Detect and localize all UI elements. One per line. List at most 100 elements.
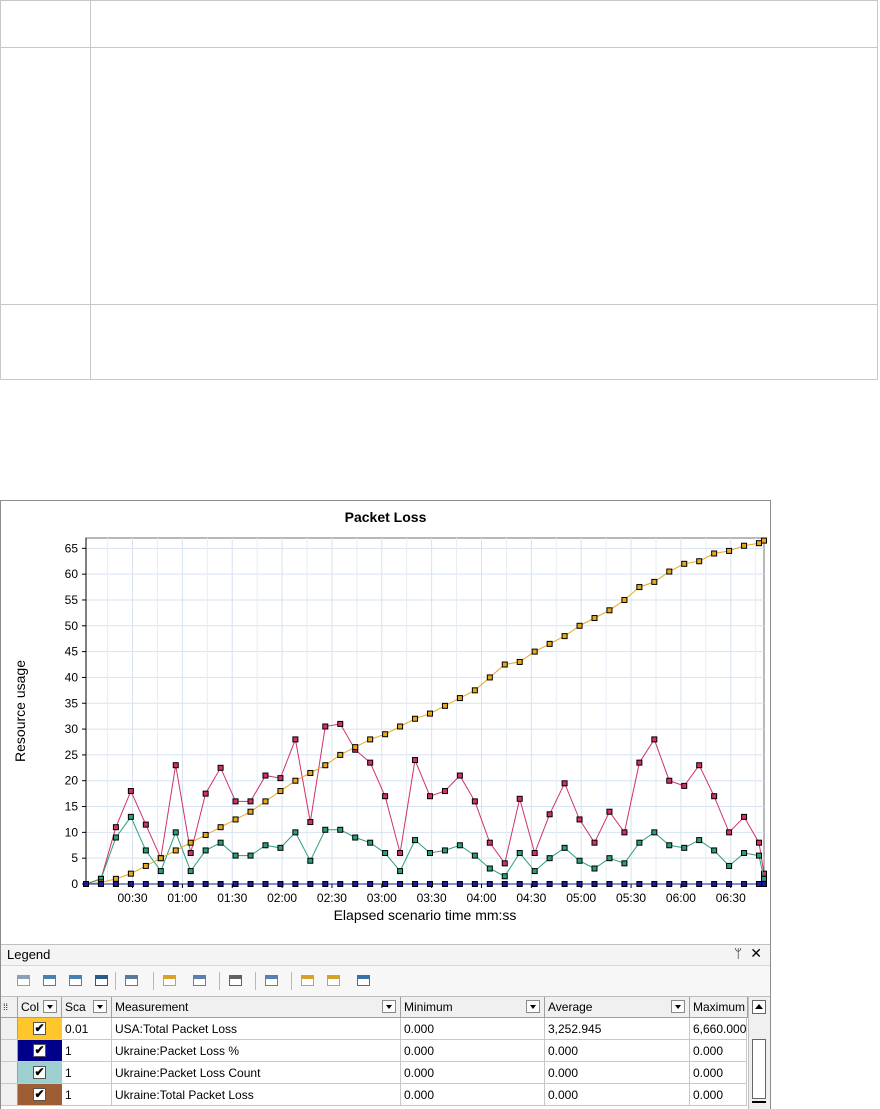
data-point[interactable] (382, 793, 389, 800)
data-point[interactable] (651, 578, 658, 585)
data-point[interactable] (606, 808, 613, 815)
column-header-scale[interactable]: Sca (62, 997, 112, 1017)
data-point[interactable] (741, 542, 748, 549)
column-header-minimum[interactable]: Minimum (401, 997, 545, 1017)
data-point[interactable] (501, 661, 508, 668)
data-point[interactable] (546, 811, 553, 818)
data-point[interactable] (337, 826, 344, 833)
series-visible-checkbox[interactable]: ✔ (33, 1088, 46, 1101)
column-header-measurement[interactable]: Measurement (112, 997, 401, 1017)
data-point[interactable] (172, 881, 179, 887)
series-visible-checkbox[interactable]: ✔ (33, 1022, 46, 1035)
screenshot-icon[interactable] (227, 972, 245, 990)
data-point[interactable] (397, 881, 404, 887)
data-point[interactable] (486, 865, 493, 872)
data-point[interactable] (531, 868, 538, 875)
data-point[interactable] (217, 839, 224, 846)
legend-row[interactable]: ✔ 1 Ukraine:Packet Loss Count 0.000 0.000 0.0… (1, 1062, 747, 1084)
data-point[interactable] (187, 868, 194, 875)
data-point[interactable] (292, 736, 299, 743)
data-point[interactable] (471, 881, 478, 887)
data-point[interactable] (561, 844, 568, 851)
column-header-maximum[interactable]: Maximum (690, 997, 748, 1017)
data-point[interactable] (696, 558, 703, 565)
data-point[interactable] (606, 855, 613, 862)
data-point[interactable] (681, 782, 688, 789)
row-header[interactable] (1, 1084, 18, 1105)
autocorrelate-icon[interactable] (299, 972, 317, 990)
data-point[interactable] (382, 850, 389, 857)
data-point[interactable] (456, 772, 463, 779)
data-point[interactable] (112, 824, 119, 831)
data-point[interactable] (486, 674, 493, 681)
data-point[interactable] (352, 744, 359, 751)
data-point[interactable] (456, 842, 463, 849)
data-point[interactable] (397, 723, 404, 730)
data-point[interactable] (561, 780, 568, 787)
data-point[interactable] (172, 829, 179, 836)
data-point[interactable] (277, 881, 284, 887)
data-point[interactable] (337, 720, 344, 727)
data-point[interactable] (456, 695, 463, 702)
data-point[interactable] (307, 769, 314, 776)
data-point[interactable] (426, 710, 433, 717)
data-point[interactable] (187, 850, 194, 857)
data-point[interactable] (441, 881, 448, 887)
data-point[interactable] (187, 839, 194, 846)
data-point[interactable] (367, 881, 374, 887)
data-point[interactable] (531, 881, 538, 887)
hide-icon[interactable] (93, 972, 111, 990)
data-point[interactable] (172, 762, 179, 769)
data-point[interactable] (382, 731, 389, 738)
data-point[interactable] (172, 847, 179, 854)
data-point[interactable] (756, 881, 763, 887)
data-point[interactable] (621, 829, 628, 836)
data-point[interactable] (591, 615, 598, 622)
data-point[interactable] (606, 881, 613, 887)
data-point[interactable] (561, 881, 568, 887)
data-point[interactable] (546, 881, 553, 887)
legend-row[interactable]: ✔ 1 Ukraine:Packet Loss % 0.000 0.000 0.000 (1, 1040, 747, 1062)
data-point[interactable] (666, 777, 673, 784)
data-point[interactable] (756, 839, 763, 846)
data-point[interactable] (232, 852, 239, 859)
data-point[interactable] (621, 881, 628, 887)
data-point[interactable] (187, 881, 194, 887)
data-point[interactable] (546, 855, 553, 862)
data-point[interactable] (277, 775, 284, 782)
legend-row[interactable]: ✔ 0.01 USA:Total Packet Loss 0.000 3,252.945… (1, 1018, 747, 1040)
chevron-down-icon[interactable] (671, 1000, 685, 1013)
data-point[interactable] (397, 868, 404, 875)
chevron-down-icon[interactable] (382, 1000, 396, 1013)
scroll-up-icon[interactable] (752, 1000, 766, 1014)
data-point[interactable] (726, 881, 733, 887)
data-point[interactable] (247, 881, 254, 887)
data-point[interactable] (636, 584, 643, 591)
data-point[interactable] (516, 881, 523, 887)
data-point[interactable] (262, 798, 269, 805)
data-point[interactable] (202, 790, 209, 797)
data-point[interactable] (352, 834, 359, 841)
data-point[interactable] (711, 793, 718, 800)
data-point[interactable] (217, 881, 224, 887)
data-point[interactable] (142, 847, 149, 854)
data-point[interactable] (322, 723, 329, 730)
series-visible-checkbox[interactable]: ✔ (33, 1044, 46, 1057)
data-point[interactable] (247, 798, 254, 805)
data-point[interactable] (711, 550, 718, 557)
data-point[interactable] (501, 873, 508, 880)
data-point[interactable] (232, 816, 239, 823)
data-point[interactable] (636, 839, 643, 846)
data-point[interactable] (456, 881, 463, 887)
data-point[interactable] (741, 850, 748, 857)
row-header[interactable] (1, 1018, 18, 1039)
data-point[interactable] (666, 568, 673, 575)
data-point[interactable] (486, 881, 493, 887)
pin-icon[interactable]: ᛘ (734, 946, 742, 961)
data-point[interactable] (217, 764, 224, 771)
data-point[interactable] (711, 847, 718, 854)
row-header[interactable] (1, 1040, 18, 1061)
series-visible-checkbox[interactable]: ✔ (33, 1066, 46, 1079)
data-point[interactable] (307, 881, 314, 887)
data-point[interactable] (367, 839, 374, 846)
